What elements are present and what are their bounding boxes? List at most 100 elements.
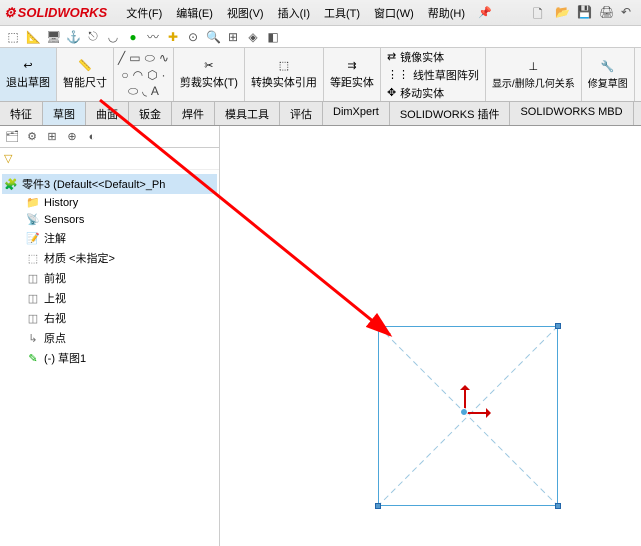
tab-plugins[interactable]: SOLIDWORKS 插件 [390,102,511,125]
secondary-toolbar: ⬚ 📐 🖥 ⚓ ⎋ ◡ ● 〰 ✚ ⊙ 🔍 ⊞ ◈ ◧ [0,26,641,48]
tree-material[interactable]: ⬚材质 <未指定> [2,248,217,268]
tool-icon[interactable]: ⊞ [226,30,240,44]
new-icon[interactable]: 🗋 [533,5,549,21]
tab-surface[interactable]: 曲面 [86,102,129,125]
tree-annotations[interactable]: 📝注解 [2,228,217,248]
tool-icon[interactable]: ⚓ [66,30,80,44]
fm-tab-icon[interactable]: ⊞ [44,130,60,143]
circle-icon[interactable]: ○ [121,68,128,82]
pattern-button[interactable]: ⋮⋮线性草图阵列 [387,67,479,83]
tree-origin[interactable]: ↳原点 [2,328,217,348]
modify-group: ⇄镜像实体 ⋮⋮线性草图阵列 ✥移动实体 [381,48,486,101]
fm-tab-icon[interactable]: ⚙ [24,130,40,143]
tab-weld[interactable]: 焊件 [172,102,215,125]
feature-manager: 🗂 ⚙ ⊞ ⊕ ◐ ▽ 🧩零件3 (Default<<Default>_Ph 📁… [0,126,220,546]
smart-dimension-button[interactable]: 📏 智能尺寸 [57,48,114,101]
convert-button[interactable]: ⬚ 转换实体引用 [245,48,324,101]
tree-history[interactable]: 📁History [2,194,217,211]
origin-icon: ↳ [26,332,40,345]
line-icon[interactable]: ╱ [118,51,125,66]
tab-mold[interactable]: 模具工具 [215,102,280,125]
menu-tools[interactable]: 工具(T) [317,5,367,21]
menu-file[interactable]: 文件(F) [119,5,169,21]
tab-feature[interactable]: 特征 [0,102,43,125]
menu-insert[interactable]: 插入(I) [271,5,317,21]
pattern-icon: ⋮⋮ [387,68,409,81]
corner-handle[interactable] [555,503,561,509]
text-icon[interactable]: A [151,84,159,99]
manager-tabs: 🗂 ⚙ ⊞ ⊕ ◐ [0,126,219,148]
fm-tab-icon[interactable]: ⊕ [64,130,80,143]
convert-label: 转换实体引用 [251,74,317,90]
tool-icon[interactable]: ⊙ [186,30,200,44]
command-tabs: 特征 草图 曲面 钣金 焊件 模具工具 评估 DimXpert SOLIDWOR… [0,102,641,126]
tool-icon[interactable]: ● [126,30,140,44]
fm-tab-icon[interactable]: 🗂 [4,130,20,143]
arc-icon[interactable]: ◠ [133,68,143,82]
tool-icon[interactable]: 🖥 [46,30,60,44]
tool-icon[interactable]: 〰 [146,28,160,45]
menu-edit[interactable]: 编辑(E) [169,5,220,21]
tool-icon[interactable]: ⬚ [6,30,20,44]
quick-access-toolbar: 🗋 📂 💾 🖨 ↶ [533,5,637,21]
tool-icon[interactable]: ✚ [166,30,180,44]
mirror-button[interactable]: ⇄镜像实体 [387,49,444,65]
tree-top[interactable]: ◫上视 [2,288,217,308]
offset-button[interactable]: ⇉ 等距实体 [324,48,381,101]
exit-sketch-button[interactable]: ↩ 退出草图 [0,48,57,101]
corner-handle[interactable] [375,503,381,509]
tree-sensors[interactable]: 📡Sensors [2,211,217,228]
feature-tree: 🧩零件3 (Default<<Default>_Ph 📁History 📡Sen… [0,170,219,372]
menu-help[interactable]: 帮助(H) [421,5,472,21]
fm-tab-icon[interactable]: ◐ [84,131,100,143]
move-button[interactable]: ✥移动实体 [387,85,444,101]
sketch-tools-group: ╱ ▭ ⬭ ∿ ○ ◠ ⬡ · ⬭ ◟ A [114,48,174,101]
sketch-icon: ✎ [26,352,40,365]
tool-icon[interactable]: ◈ [246,30,260,44]
plane-icon: ◫ [26,272,40,285]
trim-button[interactable]: ✂ 剪裁实体(T) [174,48,245,101]
titlebar: SOLIDWORKS 文件(F) 编辑(E) 视图(V) 插入(I) 工具(T)… [0,0,641,26]
ellipse-icon[interactable]: ⬭ [128,84,138,99]
spline-icon[interactable]: ∿ [159,51,169,66]
menu-window[interactable]: 窗口(W) [367,5,421,21]
undo-icon[interactable]: ↶ [621,5,637,21]
tab-sheet[interactable]: 钣金 [129,102,172,125]
rect-icon[interactable]: ▭ [129,51,140,66]
print-icon[interactable]: 🖨 [599,5,615,21]
tree-root[interactable]: 🧩零件3 (Default<<Default>_Ph [2,174,217,194]
corner-handle[interactable] [375,323,381,329]
tree-right[interactable]: ◫右视 [2,308,217,328]
tab-dimxpert[interactable]: DimXpert [323,102,390,125]
slot-icon[interactable]: ⬭ [145,51,155,66]
save-icon[interactable]: 💾 [577,5,593,21]
polygon-icon[interactable]: ⬡ [147,68,157,82]
corner-handle[interactable] [555,323,561,329]
filter-icon[interactable]: ▽ [4,153,12,165]
tab-evaluate[interactable]: 评估 [280,102,323,125]
display-delete-button[interactable]: ⊥ 显示/删除几何关系 [486,48,582,101]
tool-icon[interactable]: ◡ [106,30,120,44]
move-icon: ✥ [387,86,396,99]
fillet-icon[interactable]: ◟ [142,84,147,99]
tool-icon[interactable]: 📐 [26,30,40,44]
tree-sketch1[interactable]: ✎(-) 草图1 [2,348,217,368]
plane-icon: ◫ [26,312,40,325]
tab-mbd[interactable]: SOLIDWORKS MBD [510,102,633,125]
repair-button[interactable]: 🔧 修复草图 [582,48,635,101]
tab-sketch[interactable]: 草图 [43,102,86,125]
tree-front[interactable]: ◫前视 [2,268,217,288]
pin-icon[interactable]: 📌 [478,6,492,19]
point-icon[interactable]: · [162,68,166,82]
tool-icon[interactable]: ⎋ [86,29,100,44]
content-area: 🗂 ⚙ ⊞ ⊕ ◐ ▽ 🧩零件3 (Default<<Default>_Ph 📁… [0,126,641,546]
smart-dim-label: 智能尺寸 [63,74,107,90]
tool-icon[interactable]: 🔍 [206,30,220,44]
graphics-area[interactable] [220,126,641,546]
app-logo: SOLIDWORKS [4,5,107,21]
annotation-icon: 📝 [26,232,40,245]
sketch-rectangle[interactable] [378,326,558,506]
tool-icon[interactable]: ◧ [266,30,280,44]
open-icon[interactable]: 📂 [555,5,571,21]
menu-view[interactable]: 视图(V) [220,5,271,21]
